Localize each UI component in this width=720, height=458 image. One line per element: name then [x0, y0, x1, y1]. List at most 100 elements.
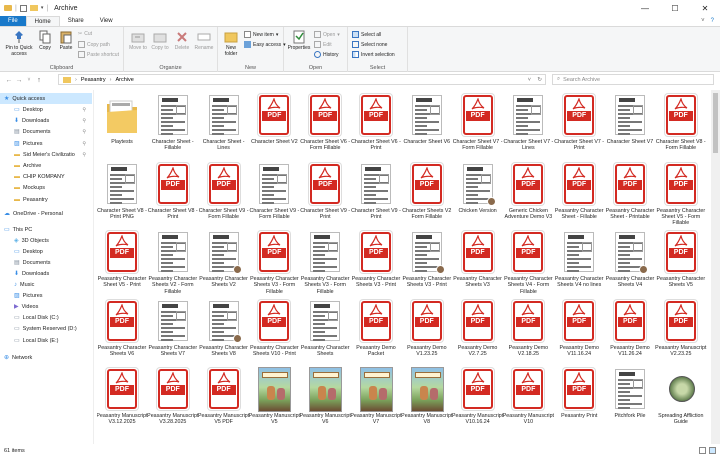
file-item[interactable]: PDF Peasantry Character Sheets V6 — [97, 298, 147, 366]
file-item[interactable]: PDF Character Sheet V7 - Print — [554, 92, 604, 160]
file-item[interactable]: Pitchfork Pile — [605, 366, 655, 434]
minimize-button[interactable]: — — [630, 0, 660, 16]
large-icons-view-icon[interactable] — [709, 447, 716, 454]
properties-button[interactable]: Properties — [287, 30, 311, 51]
nav-item[interactable]: ▶ Videos — [0, 301, 92, 312]
nav-item[interactable]: ⬇ Downloads — [0, 268, 92, 279]
file-item[interactable]: PDF Peasantry Character Sheets V4 - Form … — [503, 229, 553, 297]
nav-item[interactable]: ♪ Music — [0, 279, 92, 290]
file-item[interactable]: Spreading Affliction Guide — [656, 366, 706, 434]
file-item[interactable]: Playtests — [97, 92, 147, 160]
file-item[interactable]: PDF Peasantry Demo V11.16.24 — [554, 298, 604, 366]
nav-item[interactable]: ▬ Mockups — [0, 182, 92, 193]
file-item[interactable]: PDF Peasantry Character Sheet - Fillable — [554, 161, 604, 229]
close-button[interactable]: ✕ — [690, 0, 720, 16]
copy-button[interactable]: Copy — [36, 30, 54, 51]
help-icon[interactable]: ? — [711, 18, 714, 24]
new-folder-qa-icon[interactable] — [29, 5, 38, 11]
file-item[interactable]: PDF Peasantry Demo V1.23.25 — [402, 298, 452, 366]
file-item[interactable]: PDF Character Sheet V7 - Form Fillable — [453, 92, 503, 160]
file-item[interactable]: PDF Peasantry Character Sheet V5 - Print — [97, 229, 147, 297]
nav-item[interactable]: ☁ OneDrive - Personal — [0, 208, 92, 219]
details-view-icon[interactable] — [699, 447, 706, 454]
file-item[interactable]: PDF Peasantry Character Sheets V10 - Prin… — [249, 298, 299, 366]
paste-shortcut-button[interactable]: Paste shortcut — [78, 51, 119, 58]
back-arrow-icon[interactable]: ← — [4, 77, 14, 84]
file-item[interactable]: PDF Character Sheet V2 — [249, 92, 299, 160]
file-item[interactable]: PDF Peasantry Character Sheets V3 — [453, 229, 503, 297]
nav-item[interactable]: ★ Quick access — [0, 93, 92, 104]
file-item[interactable]: Character Sheet V9 - Form Fillable — [249, 161, 299, 229]
nav-item[interactable]: ▭ Desktop — [0, 246, 92, 257]
scrollbar-thumb[interactable] — [713, 93, 718, 153]
maximize-button[interactable]: ☐ — [660, 0, 690, 16]
nav-item[interactable]: ▬ Peasantry — [0, 194, 92, 205]
tab-view[interactable]: View — [92, 16, 121, 26]
tab-home[interactable]: Home — [25, 16, 60, 26]
file-item[interactable]: PDF Peasantry Character Sheets V3 - Form … — [249, 229, 299, 297]
file-item[interactable]: PDF Peasantry Character Sheet - Printable — [605, 161, 655, 229]
file-item[interactable]: PDF Peasantry Character Sheet V5 - Form F… — [656, 161, 706, 229]
move-to-button[interactable]: Move to — [128, 30, 148, 51]
paste-button[interactable]: Paste — [57, 30, 75, 51]
file-item[interactable]: Peasantry Character Sheets V8 — [199, 298, 249, 366]
file-item[interactable]: PDF Character Sheet V6 - Print — [351, 92, 401, 160]
file-item[interactable]: Peasantry Character Sheets V2 — [199, 229, 249, 297]
copy-path-button[interactable]: Copy path — [78, 41, 110, 48]
file-item[interactable]: PDF Peasantry Demo Packet — [351, 298, 401, 366]
properties-qa-icon[interactable] — [19, 4, 27, 12]
file-item[interactable]: PDF Peasantry Manuscript V3.12.2025 — [97, 366, 148, 434]
file-item[interactable]: PDF Peasantry Character Sheets V3 - Print — [351, 229, 401, 297]
nav-item[interactable]: ▭ Local Disk (C:) — [0, 312, 92, 323]
tab-file[interactable]: File — [0, 16, 26, 26]
file-item[interactable]: Peasantry Manuscript V8 — [401, 366, 452, 434]
file-item[interactable]: Character Sheet V9 - Print — [351, 161, 401, 229]
file-item[interactable]: Character Sheet - Fillable — [148, 92, 198, 160]
file-item[interactable]: PDF Peasantry Print — [554, 366, 604, 434]
pin-quick-access-button[interactable]: Pin to Quick access — [3, 30, 35, 57]
address-bar[interactable]: › Peasantry › Archive ˅ ↻ — [58, 74, 546, 85]
file-item[interactable]: PDF Peasantry Demo V2.18.25 — [503, 298, 553, 366]
file-item[interactable]: Peasantry Manuscript V5 — [249, 366, 300, 434]
file-item[interactable]: Character Sheet V6 — [402, 92, 452, 160]
edit-button[interactable]: Edit — [314, 41, 332, 48]
nav-item[interactable]: ▬ CHIP KOMPANY — [0, 171, 92, 182]
file-item[interactable]: PDF Character Sheet V8 - Print — [148, 161, 198, 229]
file-item[interactable]: PDF Peasantry Manuscript V10.16.24 — [452, 366, 503, 434]
file-item[interactable]: PDF Peasantry Manuscript V3.28.2025 — [147, 366, 198, 434]
file-item[interactable]: PDF Peasantry Manuscript V10 — [503, 366, 554, 434]
nav-item[interactable]: ▭ System Reserved (D:) — [0, 323, 92, 334]
invert-selection-button[interactable]: Invert selection — [352, 51, 395, 58]
file-item[interactable]: Peasantry Character Sheets V4 no lines — [554, 229, 604, 297]
delete-button[interactable]: Delete — [173, 30, 191, 51]
easy-access-button[interactable]: Easy access ▾ — [244, 41, 286, 48]
file-item[interactable]: PDF Character Sheet V6 - Form Fillable — [300, 92, 350, 160]
file-item[interactable]: PDF Peasantry Demo V2.7.25 — [453, 298, 503, 366]
breadcrumb-archive[interactable]: Archive — [115, 77, 133, 83]
nav-item[interactable]: ▨ Pictures ⚲ — [0, 138, 92, 149]
file-item[interactable]: Character Sheet - Lines — [199, 92, 249, 160]
nav-item[interactable]: ▬ Sid Meier's Civilizatio ⚲ — [0, 149, 92, 160]
search-box[interactable]: ⌕ Search Archive — [552, 74, 714, 85]
nav-item[interactable]: ▭ Desktop ⚲ — [0, 104, 92, 115]
breadcrumb-peasantry[interactable]: Peasantry — [81, 77, 106, 83]
chevron-down-icon[interactable]: ˅ — [528, 77, 531, 83]
cut-button[interactable]: ✂ Cut — [78, 31, 92, 37]
vertical-scrollbar[interactable] — [711, 90, 720, 444]
up-arrow-icon[interactable]: ↑ — [34, 77, 44, 84]
file-item[interactable]: Peasantry Character Sheets — [300, 298, 350, 366]
nav-item[interactable]: ▭ This PC — [0, 224, 92, 235]
file-item[interactable]: Chicken Version — [453, 161, 503, 229]
history-button[interactable]: History — [314, 51, 339, 58]
file-item[interactable]: PDF Peasantry Demo V11.26.24 — [605, 298, 655, 366]
open-button[interactable]: Open ▾ — [314, 31, 340, 38]
forward-arrow-icon[interactable]: → — [14, 77, 24, 84]
file-item[interactable]: PDF Peasantry Manuscript V2.23.25 — [655, 298, 706, 366]
file-item[interactable]: PDF Peasantry Manuscript V5 PDF — [198, 366, 249, 434]
nav-item[interactable]: ⬇ Downloads ⚲ — [0, 115, 92, 126]
copy-to-button[interactable]: Copy to — [150, 30, 170, 51]
refresh-icon[interactable]: ↻ — [537, 77, 542, 83]
rename-button[interactable]: Rename — [193, 30, 215, 51]
file-item[interactable]: Character Sheet V7 - Lines — [503, 92, 553, 160]
file-item[interactable]: Character Sheet V8 - Print PNG — [97, 161, 147, 229]
